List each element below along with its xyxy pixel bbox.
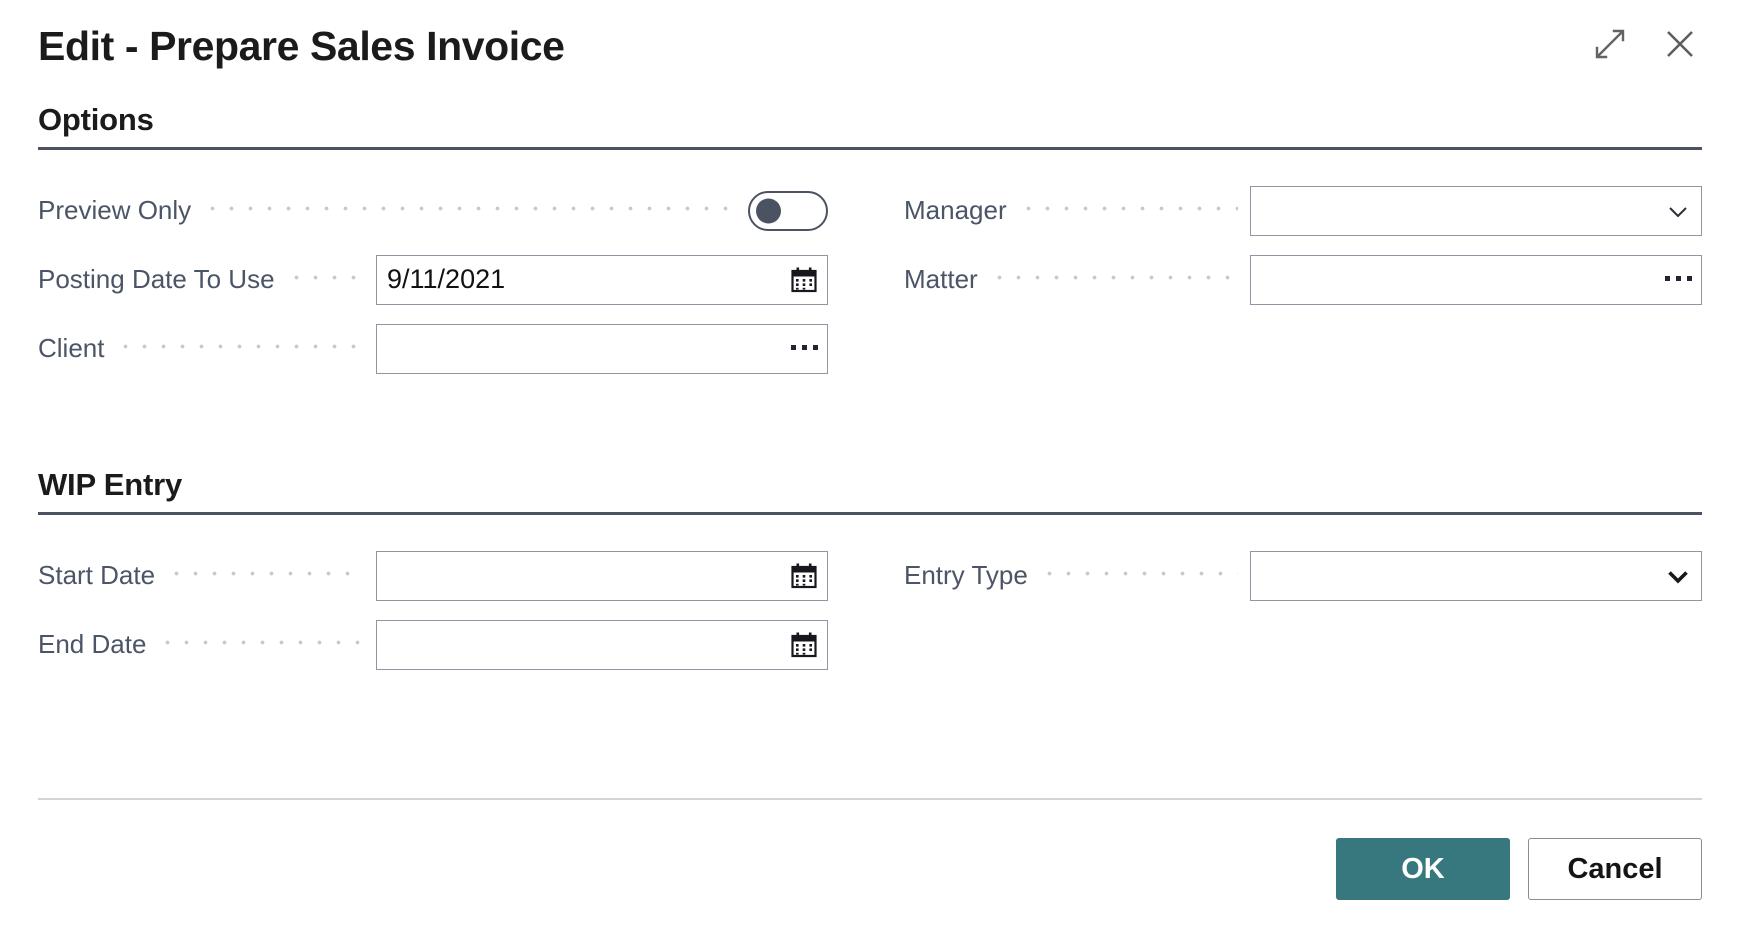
label-posting-date-to-use: Posting Date To Use: [38, 264, 275, 294]
client-input[interactable]: [376, 323, 828, 374]
dot-leader: [1018, 199, 1238, 222]
field-start-date: Start Date: [38, 541, 828, 610]
calendar-icon[interactable]: [781, 553, 827, 599]
field-end-date: End Date: [38, 610, 828, 679]
dot-leader: [1039, 564, 1238, 587]
end-date-input[interactable]: [376, 619, 828, 670]
options-left-column: Preview Only Posting Date To Use 9/11/20…: [38, 176, 828, 383]
section-options: Options Preview Only Posting Date To Use…: [38, 102, 1702, 383]
chevron-down-bold-icon[interactable]: [1655, 553, 1701, 599]
posting-date-to-use-value: 9/11/2021: [387, 264, 506, 294]
wip-entry-fields: Start Date End Date Entry Type: [38, 541, 1702, 679]
ellipsis-icon[interactable]: [1655, 257, 1701, 303]
calendar-icon[interactable]: [781, 257, 827, 303]
label-manager: Manager: [904, 195, 1007, 225]
label-matter: Matter: [904, 264, 978, 294]
section-title-wip-entry: WIP Entry: [38, 467, 183, 502]
cancel-button[interactable]: Cancel: [1528, 838, 1702, 900]
matter-input[interactable]: [1250, 254, 1702, 305]
section-divider-options: [38, 147, 1702, 150]
field-preview-only: Preview Only: [38, 176, 828, 245]
close-icon[interactable]: [1658, 22, 1702, 66]
ok-button[interactable]: OK: [1336, 838, 1510, 900]
preview-only-toggle[interactable]: [748, 190, 828, 231]
dot-leader: [286, 268, 364, 291]
field-client: Client: [38, 314, 828, 383]
dot-leader: [158, 633, 364, 656]
wip-entry-left-column: Start Date End Date: [38, 541, 828, 679]
label-start-date: Start Date: [38, 560, 156, 590]
wip-entry-right-column: Entry Type: [904, 541, 1702, 679]
chevron-down-icon[interactable]: [1655, 188, 1701, 234]
manager-dropdown[interactable]: [1250, 185, 1702, 236]
edit-prepare-sales-invoice-dialog: Edit - Prepare Sales Invoice Options Pre…: [0, 0, 1740, 944]
dialog-titlebar: Edit - Prepare Sales Invoice: [38, 0, 1702, 92]
options-right-column: Manager Matter: [904, 176, 1702, 383]
ellipsis-icon[interactable]: [781, 326, 827, 372]
window-actions: [1588, 22, 1702, 66]
field-manager: Manager: [904, 176, 1702, 245]
posting-date-to-use-input[interactable]: 9/11/2021: [376, 254, 828, 305]
section-divider-wip-entry: [38, 512, 1702, 515]
entry-type-select[interactable]: [1250, 550, 1702, 601]
field-matter: Matter: [904, 245, 1702, 314]
label-preview-only: Preview Only: [38, 195, 192, 225]
expand-diagonal-icon[interactable]: [1588, 22, 1632, 66]
label-end-date: End Date: [38, 629, 147, 659]
label-client: Client: [38, 333, 105, 363]
dot-leader: [167, 564, 364, 587]
section-title-options: Options: [38, 102, 154, 137]
dot-leader: [116, 337, 364, 360]
options-fields: Preview Only Posting Date To Use 9/11/20…: [38, 176, 1702, 383]
field-entry-type: Entry Type: [904, 541, 1702, 610]
field-posting-date-to-use: Posting Date To Use 9/11/2021: [38, 245, 828, 314]
toggle-knob: [756, 198, 781, 223]
dot-leader: [989, 268, 1238, 291]
footer-divider: [38, 798, 1702, 800]
page-title: Edit - Prepare Sales Invoice: [38, 22, 565, 69]
dialog-footer: OK Cancel: [1336, 838, 1702, 900]
section-wip-entry: WIP Entry Start Date End Date Entry Type: [38, 467, 1702, 679]
dot-leader: [203, 199, 736, 222]
label-entry-type: Entry Type: [904, 560, 1028, 590]
start-date-input[interactable]: [376, 550, 828, 601]
calendar-icon[interactable]: [781, 622, 827, 668]
